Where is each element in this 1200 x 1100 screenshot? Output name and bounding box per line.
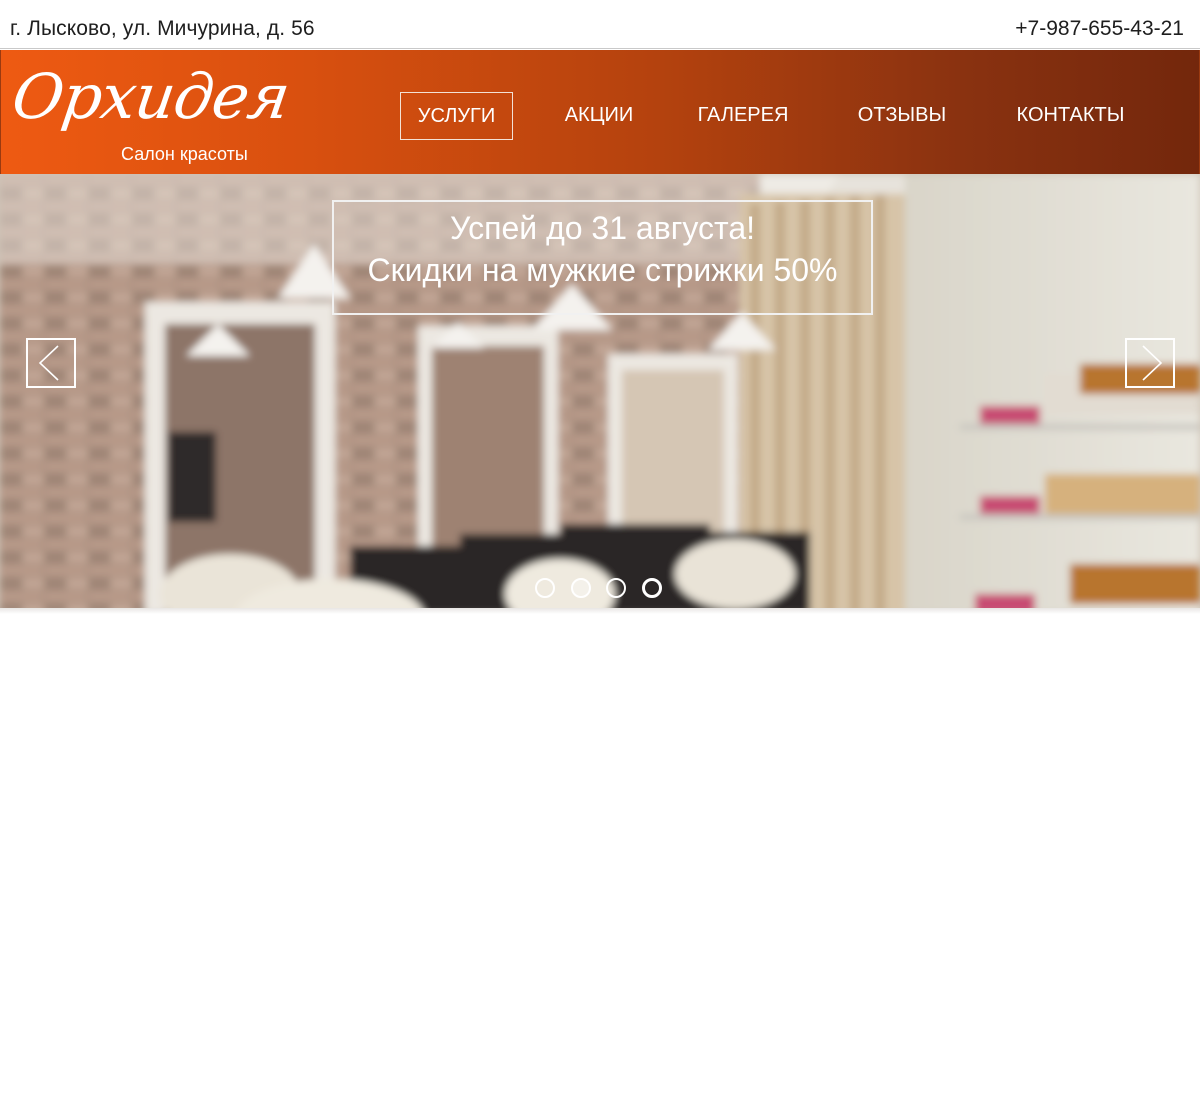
slider-pagination xyxy=(535,578,675,600)
promo-discount-text: Скидки на мужкие стрижки 50% xyxy=(367,252,838,288)
slider-prev-button[interactable] xyxy=(26,338,76,388)
slide-dot-1[interactable] xyxy=(535,578,555,598)
chevron-right-icon xyxy=(1142,345,1163,381)
slide-dot-4[interactable] xyxy=(642,578,662,598)
top-info-bar: г. Лысково, ул. Мичурина, д. 56 +7-987-6… xyxy=(0,0,1200,49)
promo-headline: Успей до 31 августа! xyxy=(449,210,755,246)
promo-banner[interactable]: Успей до 31 августа! Скидки на мужкие ст… xyxy=(332,200,873,315)
nav-item-gallery[interactable]: ГАЛЕРЕЯ xyxy=(683,92,803,140)
site-header: Орхидея Салон красоты УСЛУГИ АКЦИИ ГАЛЕР… xyxy=(0,50,1200,174)
salon-phone[interactable]: +7-987-655-43-21 xyxy=(1015,17,1184,41)
slide-dot-3[interactable] xyxy=(606,578,626,598)
slider-bottom-shadow xyxy=(0,608,1200,614)
chevron-left-icon xyxy=(38,345,59,381)
nav-item-contacts[interactable]: КОНТАКТЫ xyxy=(1003,92,1138,140)
logo-tagline: Салон красоты xyxy=(121,144,248,164)
slide-dot-2[interactable] xyxy=(571,578,591,598)
slider-next-button[interactable] xyxy=(1125,338,1175,388)
nav-item-promotions[interactable]: АКЦИИ xyxy=(549,92,649,140)
main-navigation: УСЛУГИ АКЦИИ ГАЛЕРЕЯ ОТЗЫВЫ КОНТАКТЫ xyxy=(1,92,1200,140)
nav-item-services[interactable]: УСЛУГИ xyxy=(400,92,513,140)
hero-slider: Успей до 31 августа! Скидки на мужкие ст… xyxy=(0,174,1200,614)
salon-address: г. Лысково, ул. Мичурина, д. 56 xyxy=(10,17,315,40)
nav-item-reviews[interactable]: ОТЗЫВЫ xyxy=(843,92,961,140)
